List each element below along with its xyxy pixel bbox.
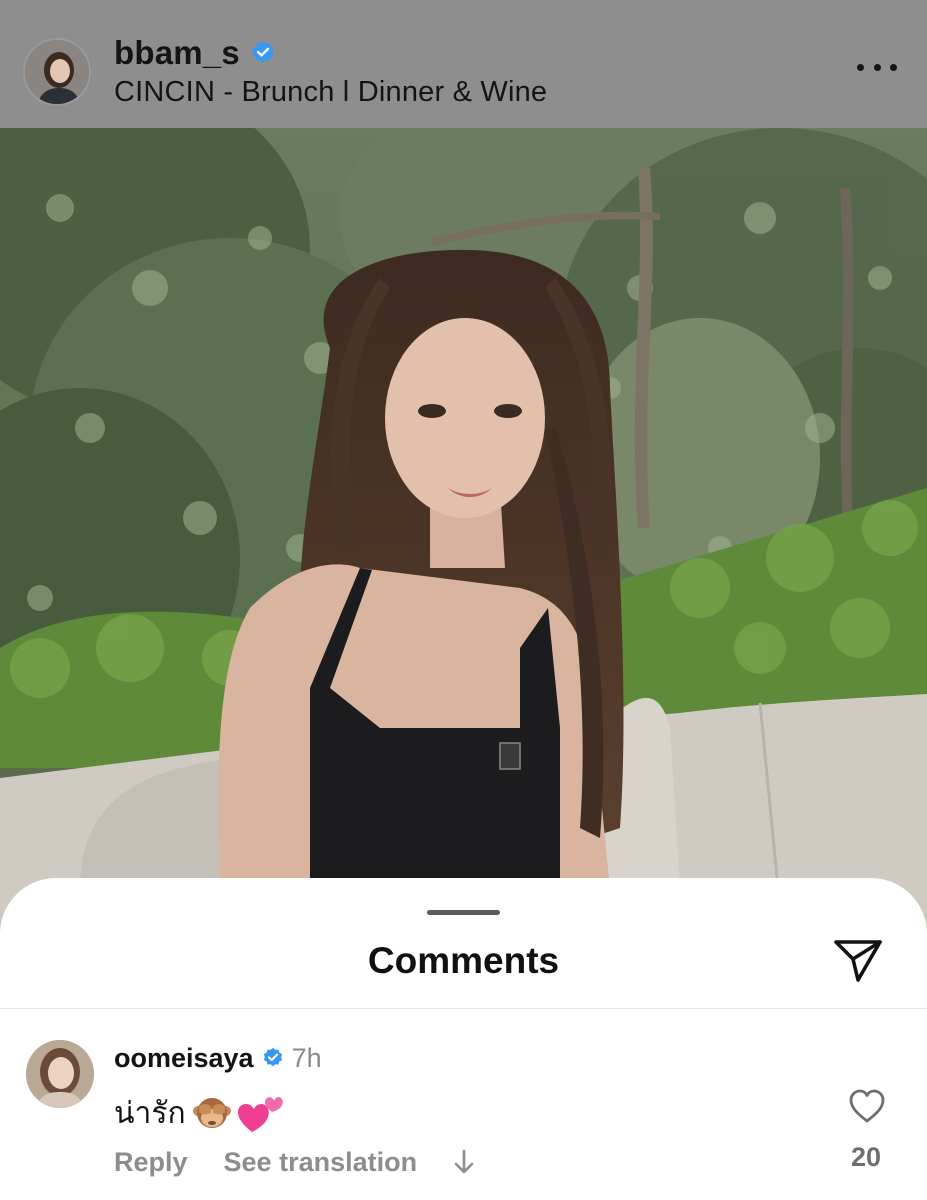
more-options-icon[interactable] <box>857 52 897 82</box>
verified-badge-icon <box>252 41 274 63</box>
heart-outline-icon[interactable] <box>848 1088 886 1124</box>
drag-handle[interactable] <box>427 910 500 915</box>
verified-badge-icon <box>263 1047 282 1067</box>
commenter-username[interactable]: oomeisaya <box>114 1043 254 1074</box>
comments-sheet: Comments oomeisaya 7h น่ารัก Reply See t… <box>0 878 927 1200</box>
paper-plane-icon[interactable] <box>832 938 884 984</box>
reply-button[interactable]: Reply <box>114 1147 188 1178</box>
comment-timestamp: 7h <box>291 1042 322 1073</box>
arrow-down-icon[interactable] <box>453 1147 475 1177</box>
see-translation-button[interactable]: See translation <box>224 1147 418 1178</box>
author-username[interactable]: bbam_s <box>114 34 240 72</box>
comments-title: Comments <box>367 940 560 981</box>
post-header: bbam_s CINCIN - Brunch l Dinner & Wine <box>0 0 927 128</box>
commenter-avatar[interactable] <box>26 1040 94 1108</box>
see-no-evil-monkey-icon <box>192 1098 231 1128</box>
divider <box>0 1008 927 1009</box>
comment-item: oomeisaya 7h น่ารัก Reply See translatio… <box>0 1038 927 1198</box>
two-hearts-icon <box>237 1097 283 1132</box>
like-count: 20 <box>850 1142 882 1172</box>
post-location[interactable]: CINCIN - Brunch l Dinner & Wine <box>114 76 547 109</box>
comment-text: น่ารัก <box>114 1096 186 1130</box>
author-avatar[interactable] <box>23 38 91 106</box>
post-photo[interactable] <box>0 128 927 948</box>
